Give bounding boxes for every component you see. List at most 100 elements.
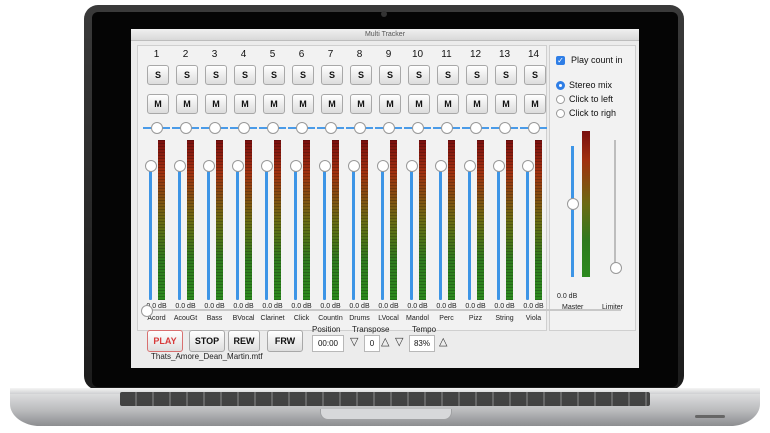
mute-button[interactable]: M bbox=[205, 94, 227, 114]
position-slider-track[interactable] bbox=[145, 309, 621, 311]
transpose-up-icon[interactable]: △ bbox=[381, 336, 389, 348]
mute-button[interactable]: M bbox=[524, 94, 546, 114]
channel-strip: 11 S M 0.0 dB Perc bbox=[432, 46, 461, 330]
tempo-label: Tempo bbox=[412, 325, 437, 334]
stop-button[interactable]: STOP bbox=[189, 330, 225, 352]
volume-fader-track[interactable] bbox=[468, 167, 471, 300]
volume-fader-knob[interactable] bbox=[435, 160, 447, 172]
tempo-field[interactable]: 83% bbox=[409, 335, 435, 352]
volume-fader-knob[interactable] bbox=[348, 160, 360, 172]
transpose-field[interactable]: 0 bbox=[364, 335, 380, 352]
position-slider-knob[interactable] bbox=[141, 305, 153, 317]
volume-fader-knob[interactable] bbox=[261, 160, 273, 172]
solo-button[interactable]: S bbox=[176, 65, 198, 85]
pan-slider-knob[interactable] bbox=[238, 122, 250, 134]
transpose-label: Transpose bbox=[352, 325, 390, 334]
tempo-down-icon[interactable]: ▽ bbox=[395, 336, 403, 348]
mute-button[interactable]: M bbox=[234, 94, 256, 114]
pan-slider-knob[interactable] bbox=[499, 122, 511, 134]
volume-fader-track[interactable] bbox=[352, 167, 355, 300]
volume-fader-track[interactable] bbox=[410, 167, 413, 300]
channel-strip: 3 S M 0.0 dB Bass bbox=[200, 46, 229, 330]
volume-fader-track[interactable] bbox=[236, 167, 239, 300]
mute-button[interactable]: M bbox=[263, 94, 285, 114]
volume-fader-knob[interactable] bbox=[174, 160, 186, 172]
rewind-button[interactable]: REW bbox=[228, 330, 260, 352]
pan-slider-knob[interactable] bbox=[267, 122, 279, 134]
stereo-mix-radio[interactable] bbox=[556, 81, 565, 90]
volume-fader-track[interactable] bbox=[265, 167, 268, 300]
solo-button[interactable]: S bbox=[234, 65, 256, 85]
volume-fader-knob[interactable] bbox=[145, 160, 157, 172]
solo-button[interactable]: S bbox=[524, 65, 546, 85]
volume-fader-track[interactable] bbox=[178, 167, 181, 300]
solo-button[interactable]: S bbox=[263, 65, 285, 85]
mute-button[interactable]: M bbox=[408, 94, 430, 114]
master-fader-knob[interactable] bbox=[567, 198, 579, 210]
volume-fader-track[interactable] bbox=[526, 167, 529, 300]
pan-slider-knob[interactable] bbox=[528, 122, 540, 134]
mute-button[interactable]: M bbox=[147, 94, 169, 114]
solo-button[interactable]: S bbox=[437, 65, 459, 85]
pan-slider-knob[interactable] bbox=[325, 122, 337, 134]
camera-icon bbox=[381, 11, 387, 17]
volume-fader-track[interactable] bbox=[323, 167, 326, 300]
file-name: Thats_Amore_Dean_Martin.mtf bbox=[151, 352, 263, 361]
solo-button[interactable]: S bbox=[350, 65, 372, 85]
volume-fader-track[interactable] bbox=[294, 167, 297, 300]
volume-fader-track[interactable] bbox=[497, 167, 500, 300]
volume-fader-knob[interactable] bbox=[290, 160, 302, 172]
mute-button[interactable]: M bbox=[379, 94, 401, 114]
click-right-radio[interactable] bbox=[556, 109, 565, 118]
solo-button[interactable]: S bbox=[292, 65, 314, 85]
pan-slider-knob[interactable] bbox=[151, 122, 163, 134]
solo-button[interactable]: S bbox=[205, 65, 227, 85]
pan-slider-knob[interactable] bbox=[354, 122, 366, 134]
play-button[interactable]: PLAY bbox=[147, 330, 183, 352]
volume-fader-knob[interactable] bbox=[406, 160, 418, 172]
volume-fader-knob[interactable] bbox=[203, 160, 215, 172]
solo-button[interactable]: S bbox=[466, 65, 488, 85]
transpose-down-icon[interactable]: ▽ bbox=[350, 336, 358, 348]
pan-slider-knob[interactable] bbox=[209, 122, 221, 134]
level-meter bbox=[448, 140, 455, 300]
fast-forward-button[interactable]: FRW bbox=[267, 330, 303, 352]
limiter-slider-track[interactable] bbox=[614, 140, 616, 271]
play-count-in-label: Play count in bbox=[571, 55, 623, 65]
channel-strip: 1 S M 0.0 dB Acord bbox=[142, 46, 171, 330]
play-count-in-checkbox[interactable]: ✓ bbox=[556, 56, 565, 65]
volume-fader-knob[interactable] bbox=[522, 160, 534, 172]
click-left-radio[interactable] bbox=[556, 95, 565, 104]
master-fader-track[interactable] bbox=[571, 146, 574, 277]
solo-button[interactable]: S bbox=[408, 65, 430, 85]
mute-button[interactable]: M bbox=[495, 94, 517, 114]
pan-slider-knob[interactable] bbox=[441, 122, 453, 134]
volume-fader-knob[interactable] bbox=[319, 160, 331, 172]
pan-slider-knob[interactable] bbox=[180, 122, 192, 134]
solo-button[interactable]: S bbox=[379, 65, 401, 85]
pan-slider-knob[interactable] bbox=[383, 122, 395, 134]
solo-button[interactable]: S bbox=[321, 65, 343, 85]
mute-button[interactable]: M bbox=[350, 94, 372, 114]
pan-slider-knob[interactable] bbox=[470, 122, 482, 134]
solo-button[interactable]: S bbox=[147, 65, 169, 85]
volume-fader-track[interactable] bbox=[149, 167, 152, 300]
volume-fader-knob[interactable] bbox=[464, 160, 476, 172]
mute-button[interactable]: M bbox=[466, 94, 488, 114]
position-field[interactable]: 00:00 bbox=[312, 335, 344, 352]
volume-fader-track[interactable] bbox=[207, 167, 210, 300]
pan-slider-knob[interactable] bbox=[412, 122, 424, 134]
mute-button[interactable]: M bbox=[292, 94, 314, 114]
volume-fader-knob[interactable] bbox=[232, 160, 244, 172]
mute-button[interactable]: M bbox=[437, 94, 459, 114]
limiter-slider-knob[interactable] bbox=[610, 262, 622, 274]
mute-button[interactable]: M bbox=[321, 94, 343, 114]
tempo-up-icon[interactable]: △ bbox=[439, 336, 447, 348]
volume-fader-track[interactable] bbox=[439, 167, 442, 300]
volume-fader-knob[interactable] bbox=[377, 160, 389, 172]
volume-fader-track[interactable] bbox=[381, 167, 384, 300]
volume-fader-knob[interactable] bbox=[493, 160, 505, 172]
pan-slider-knob[interactable] bbox=[296, 122, 308, 134]
mute-button[interactable]: M bbox=[176, 94, 198, 114]
solo-button[interactable]: S bbox=[495, 65, 517, 85]
